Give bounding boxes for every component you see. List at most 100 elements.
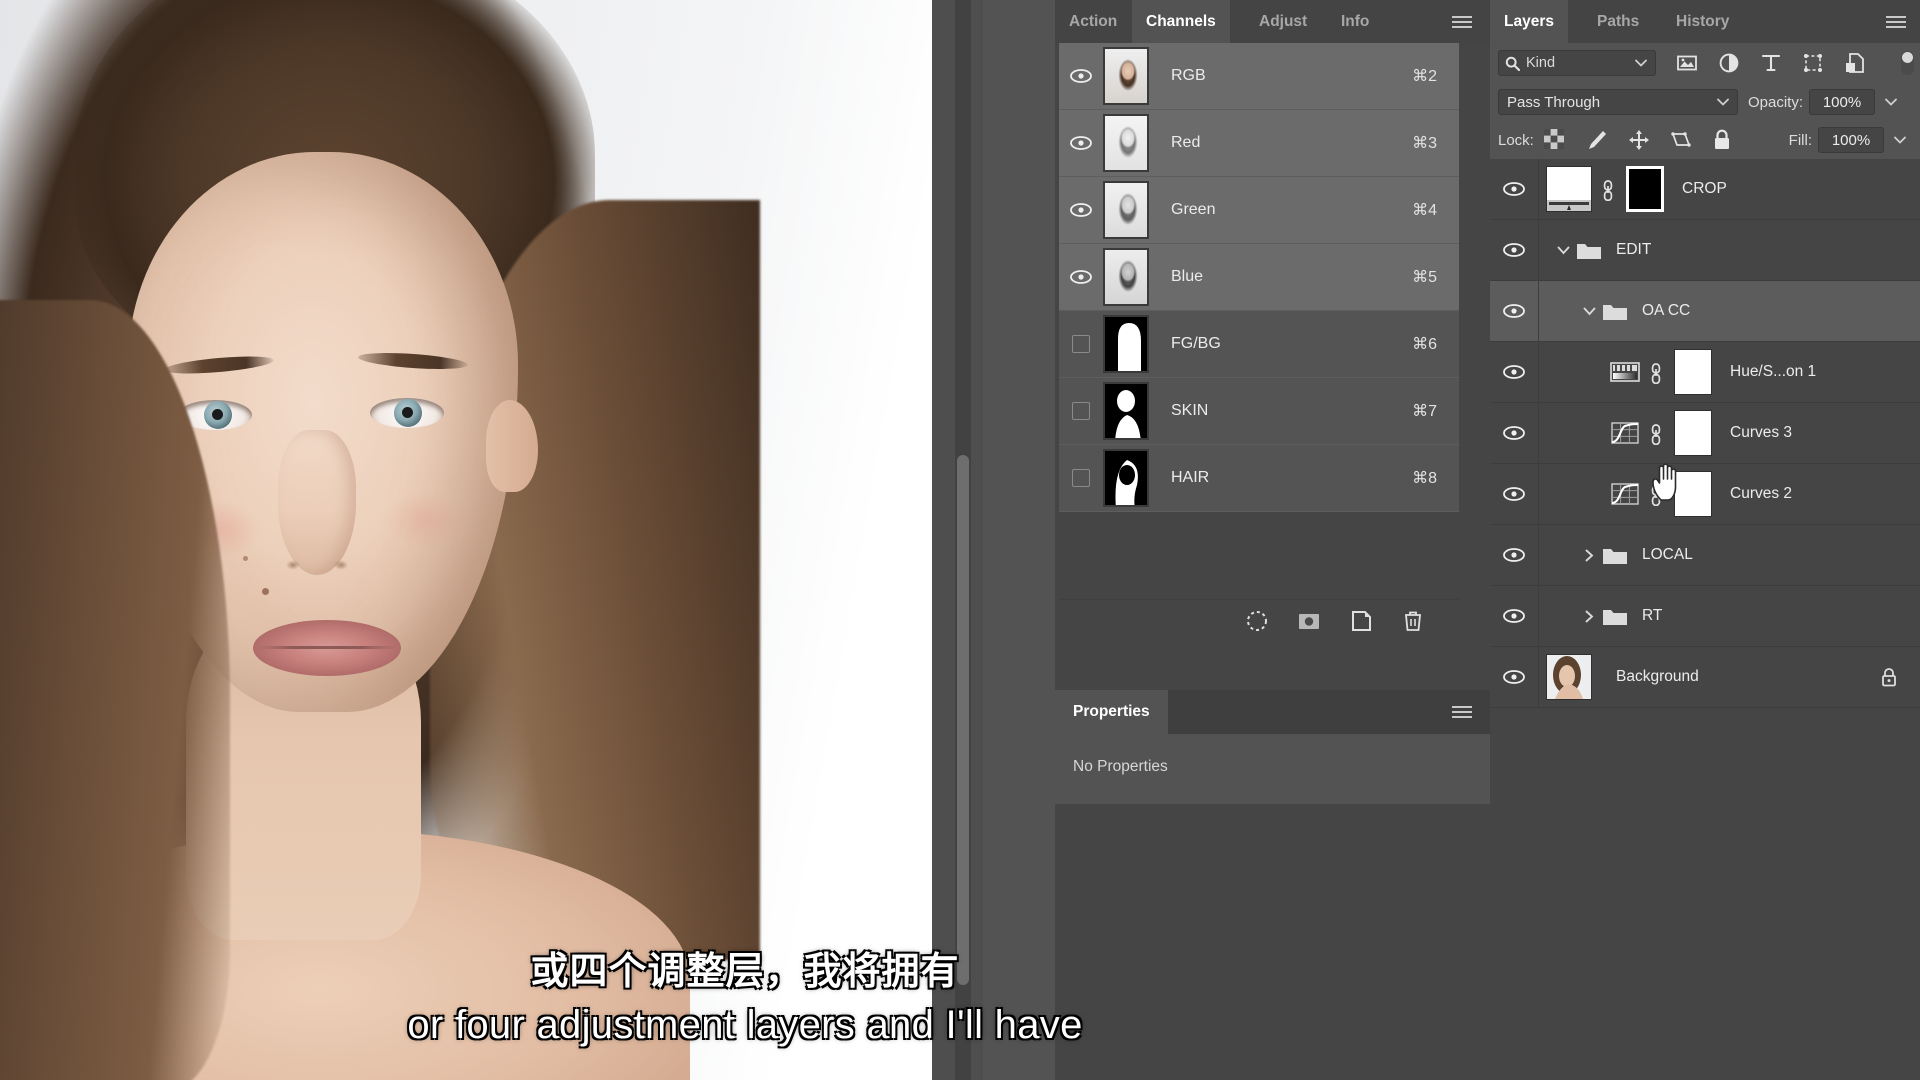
layer-row-rt-group[interactable]: RT	[1490, 586, 1920, 647]
tab-paths[interactable]: Paths	[1583, 0, 1653, 43]
channel-shortcut: ⌘7	[1412, 403, 1437, 420]
layers-blend-toolbar: Pass Through Opacity: 100%	[1490, 83, 1920, 121]
layer-mask-thumbnail[interactable]	[1674, 349, 1712, 395]
layer-name: CROP	[1682, 180, 1727, 197]
properties-panel: Properties No Properties	[1055, 690, 1490, 1080]
layers-lock-toolbar: Lock: Fill: 100%	[1490, 121, 1920, 159]
filter-kind-dropdown[interactable]: Kind	[1498, 50, 1656, 76]
layer-row-curves-3[interactable]: Curves 3	[1490, 403, 1920, 464]
chevron-down-icon[interactable]	[1635, 59, 1647, 67]
channel-row-hair[interactable]: HAIR ⌘8	[1059, 445, 1459, 512]
layer-row-oa-cc-group[interactable]: OA CC	[1490, 281, 1920, 342]
layer-visibility-icon[interactable]	[1490, 304, 1538, 318]
layer-name: Curves 3	[1730, 424, 1793, 441]
lock-label: Lock:	[1498, 131, 1534, 149]
layer-mask-link-icon[interactable]	[1600, 177, 1618, 201]
layer-visibility-icon[interactable]	[1490, 487, 1538, 501]
layer-row-local-group[interactable]: LOCAL	[1490, 525, 1920, 586]
channel-visibility-checkbox[interactable]	[1059, 469, 1103, 487]
tab-history[interactable]: History	[1662, 0, 1743, 43]
canvas-vertical-scrollbar[interactable]	[955, 0, 971, 1080]
fill-slider-chevron-icon[interactable]	[1888, 127, 1912, 153]
delete-channel-icon[interactable]	[1401, 609, 1425, 633]
layer-visibility-icon[interactable]	[1490, 426, 1538, 440]
filter-shape-layers-icon[interactable]	[1802, 52, 1824, 74]
channel-row-fgbg[interactable]: FG/BG ⌘6	[1059, 311, 1459, 378]
fill-value-field[interactable]: 100%	[1818, 127, 1884, 153]
save-selection-as-channel-icon[interactable]	[1297, 609, 1321, 633]
filter-smart-object-icon[interactable]	[1844, 52, 1866, 74]
lock-all-icon[interactable]	[1712, 129, 1734, 151]
channel-row-red[interactable]: Red ⌘3	[1059, 110, 1459, 177]
layer-mask-link-icon[interactable]	[1648, 421, 1666, 445]
channel-visibility-icon[interactable]	[1059, 136, 1103, 150]
layer-visibility-icon[interactable]	[1490, 609, 1538, 623]
channel-visibility-icon[interactable]	[1059, 69, 1103, 83]
chevron-down-icon[interactable]	[1717, 98, 1729, 106]
channels-panel-menu-icon[interactable]	[1452, 16, 1472, 29]
layer-thumbnail-levels[interactable]	[1546, 166, 1592, 212]
canvas-area[interactable]	[0, 0, 983, 1080]
filter-adjustment-layers-icon[interactable]	[1718, 52, 1740, 74]
document-canvas[interactable]	[0, 0, 932, 1080]
layer-thumbnail-background[interactable]	[1546, 654, 1592, 700]
hue-saturation-adjustment-icon[interactable]	[1610, 360, 1640, 384]
group-expand-chevron-down-icon[interactable]	[1578, 307, 1600, 316]
properties-panel-menu-icon[interactable]	[1452, 706, 1472, 719]
layer-list: CROP EDIT OA CC Hue/S...on 1 Curves 3 Cu…	[1490, 159, 1920, 708]
opacity-value-field[interactable]: 100%	[1809, 89, 1876, 115]
layer-visibility-icon[interactable]	[1490, 548, 1538, 562]
photoshop-window: Action Channels Adjust Info RGB ⌘2 Red ⌘…	[0, 0, 1920, 1080]
blend-mode-dropdown[interactable]: Pass Through	[1498, 89, 1738, 115]
hand-cursor	[1650, 460, 1684, 501]
layer-locked-icon[interactable]	[1880, 667, 1898, 687]
lock-artboard-nesting-icon[interactable]	[1670, 129, 1692, 151]
group-expand-chevron-right-icon[interactable]	[1578, 549, 1600, 562]
tab-action[interactable]: Action	[1055, 0, 1131, 43]
channel-visibility-checkbox[interactable]	[1059, 402, 1103, 420]
group-expand-chevron-right-icon[interactable]	[1578, 610, 1600, 623]
filter-enable-toggle[interactable]	[1901, 51, 1914, 75]
channel-name: FG/BG	[1171, 335, 1221, 352]
curves-adjustment-icon[interactable]	[1610, 482, 1640, 506]
layer-row-curves-2[interactable]: Curves 2	[1490, 464, 1920, 525]
tab-adjust[interactable]: Adjust	[1245, 0, 1321, 43]
layer-visibility-icon[interactable]	[1490, 670, 1538, 684]
tab-properties[interactable]: Properties	[1055, 690, 1168, 734]
channel-visibility-icon[interactable]	[1059, 203, 1103, 217]
layer-row-hue-saturation-1[interactable]: Hue/S...on 1	[1490, 342, 1920, 403]
load-channel-as-selection-icon[interactable]	[1245, 609, 1269, 633]
layer-visibility-icon[interactable]	[1490, 182, 1538, 196]
channel-shortcut: ⌘2	[1412, 68, 1437, 85]
channel-row-skin[interactable]: SKIN ⌘7	[1059, 378, 1459, 445]
channel-visibility-icon[interactable]	[1059, 270, 1103, 284]
channel-row-blue[interactable]: Blue ⌘5	[1059, 244, 1459, 311]
tab-info[interactable]: Info	[1327, 0, 1383, 43]
channel-row-green[interactable]: Green ⌘4	[1059, 177, 1459, 244]
canvas-scroll-thumb[interactable]	[957, 455, 969, 985]
layer-row-crop[interactable]: CROP	[1490, 159, 1920, 220]
filter-type-layers-icon[interactable]	[1760, 52, 1782, 74]
channel-visibility-checkbox[interactable]	[1059, 335, 1103, 353]
group-expand-chevron-down-icon[interactable]	[1552, 246, 1574, 255]
curves-adjustment-icon[interactable]	[1610, 421, 1640, 445]
layer-row-background[interactable]: Background	[1490, 647, 1920, 708]
layer-mask-link-icon[interactable]	[1648, 360, 1666, 384]
filter-pixel-layers-icon[interactable]	[1676, 52, 1698, 74]
channel-row-rgb[interactable]: RGB ⌘2	[1059, 43, 1459, 110]
layer-mask-thumbnail[interactable]	[1674, 410, 1712, 456]
channel-shortcut: ⌘8	[1412, 470, 1437, 487]
opacity-slider-chevron-icon[interactable]	[1879, 89, 1903, 115]
layer-visibility-icon[interactable]	[1490, 365, 1538, 379]
tab-layers[interactable]: Layers	[1490, 0, 1568, 43]
layers-panel-menu-icon[interactable]	[1886, 16, 1906, 29]
layer-row-edit-group[interactable]: EDIT	[1490, 220, 1920, 281]
lock-transparent-pixels-icon[interactable]	[1543, 129, 1566, 151]
layer-mask-thumbnail[interactable]	[1626, 166, 1664, 212]
layer-visibility-icon[interactable]	[1490, 243, 1538, 257]
properties-filler	[1055, 804, 1490, 1080]
lock-image-pixels-icon[interactable]	[1586, 129, 1608, 151]
lock-position-icon[interactable]	[1628, 129, 1650, 151]
tab-channels[interactable]: Channels	[1132, 0, 1230, 43]
create-new-channel-icon[interactable]	[1349, 609, 1373, 633]
